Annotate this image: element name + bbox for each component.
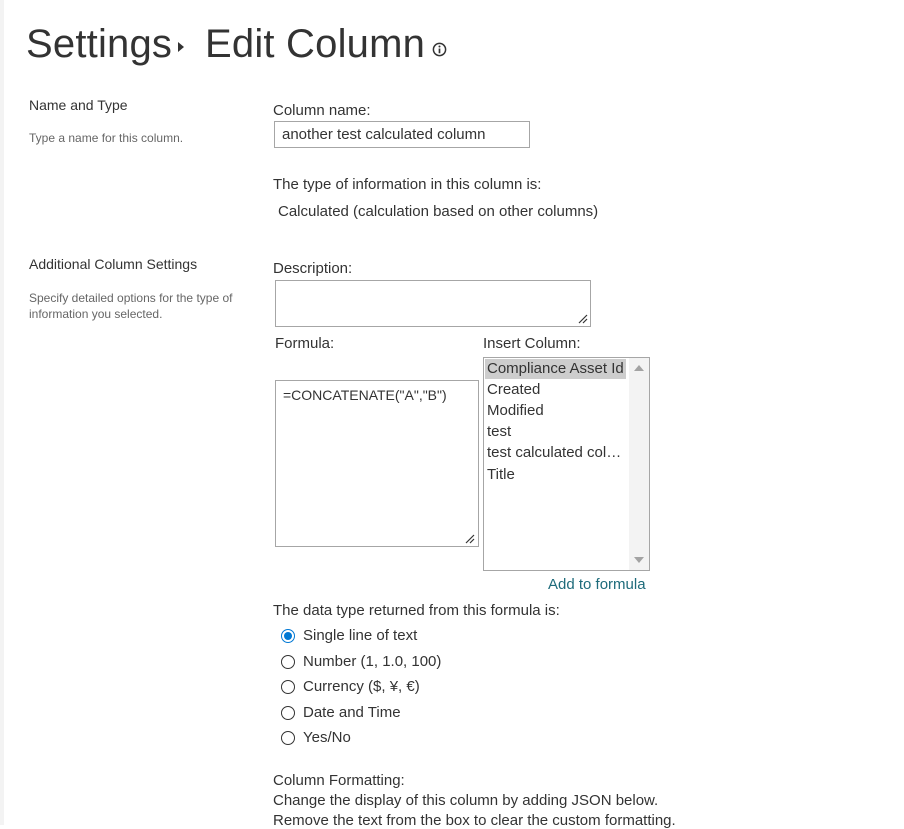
- page-title: Edit Column: [205, 22, 426, 66]
- column-type-label: The type of information in this column i…: [273, 176, 542, 193]
- radio-button[interactable]: [281, 680, 295, 694]
- radio-button[interactable]: [281, 731, 295, 745]
- section-title-additional: Additional Column Settings: [29, 256, 198, 272]
- listbox-scrollbar[interactable]: [629, 358, 649, 570]
- radio-label: Number (1, 1.0, 100): [303, 653, 442, 670]
- column-name-label: Column name:: [273, 102, 371, 119]
- list-option[interactable]: Modified: [485, 401, 626, 421]
- list-option[interactable]: test: [485, 422, 626, 442]
- column-formatting-help-1: Change the display of this column by add…: [273, 792, 659, 809]
- description-textarea[interactable]: [275, 280, 591, 327]
- resize-grip-icon[interactable]: [465, 534, 475, 544]
- list-option[interactable]: Compliance Asset Id: [485, 359, 626, 379]
- scroll-up-icon[interactable]: [634, 365, 644, 371]
- insert-column-listbox[interactable]: Compliance Asset Id Created Modified tes…: [483, 357, 650, 571]
- list-option[interactable]: Title: [485, 465, 626, 485]
- list-option[interactable]: Created: [485, 380, 626, 400]
- radio-button[interactable]: [281, 706, 295, 720]
- left-border: [0, 0, 4, 825]
- list-option[interactable]: test calculated colu...: [485, 443, 626, 463]
- radio-label: Yes/No: [303, 729, 351, 746]
- info-circle-icon[interactable]: [432, 42, 447, 57]
- breadcrumb-settings[interactable]: Settings: [26, 22, 172, 67]
- radio-label: Single line of text: [303, 627, 418, 644]
- section-title-name-type: Name and Type: [29, 97, 128, 113]
- add-to-formula-link[interactable]: Add to formula: [548, 576, 646, 593]
- radio-button-checked[interactable]: [281, 629, 295, 643]
- radio-button[interactable]: [281, 655, 295, 669]
- column-formatting-help-2: Remove the text from the box to clear th…: [273, 812, 676, 829]
- formula-textarea[interactable]: =CONCATENATE("A","B"): [275, 380, 479, 547]
- resize-grip-icon[interactable]: [578, 314, 588, 324]
- data-type-label: The data type returned from this formula…: [273, 602, 560, 619]
- description-label: Description:: [273, 260, 353, 277]
- radio-label: Currency ($, ¥, €): [303, 678, 420, 695]
- breadcrumb-separator-icon: [178, 42, 184, 52]
- column-name-input[interactable]: [274, 121, 530, 148]
- section-desc-name-type: Type a name for this column.: [29, 131, 184, 145]
- section-desc-additional: Specify detailed options for the type of…: [29, 291, 233, 321]
- radio-label: Date and Time: [303, 704, 401, 721]
- scroll-down-icon[interactable]: [634, 557, 644, 563]
- formula-label: Formula:: [275, 335, 335, 352]
- column-formatting-label: Column Formatting:: [273, 772, 405, 789]
- insert-column-label: Insert Column:: [483, 335, 581, 352]
- column-type-value: Calculated (calculation based on other c…: [278, 203, 599, 220]
